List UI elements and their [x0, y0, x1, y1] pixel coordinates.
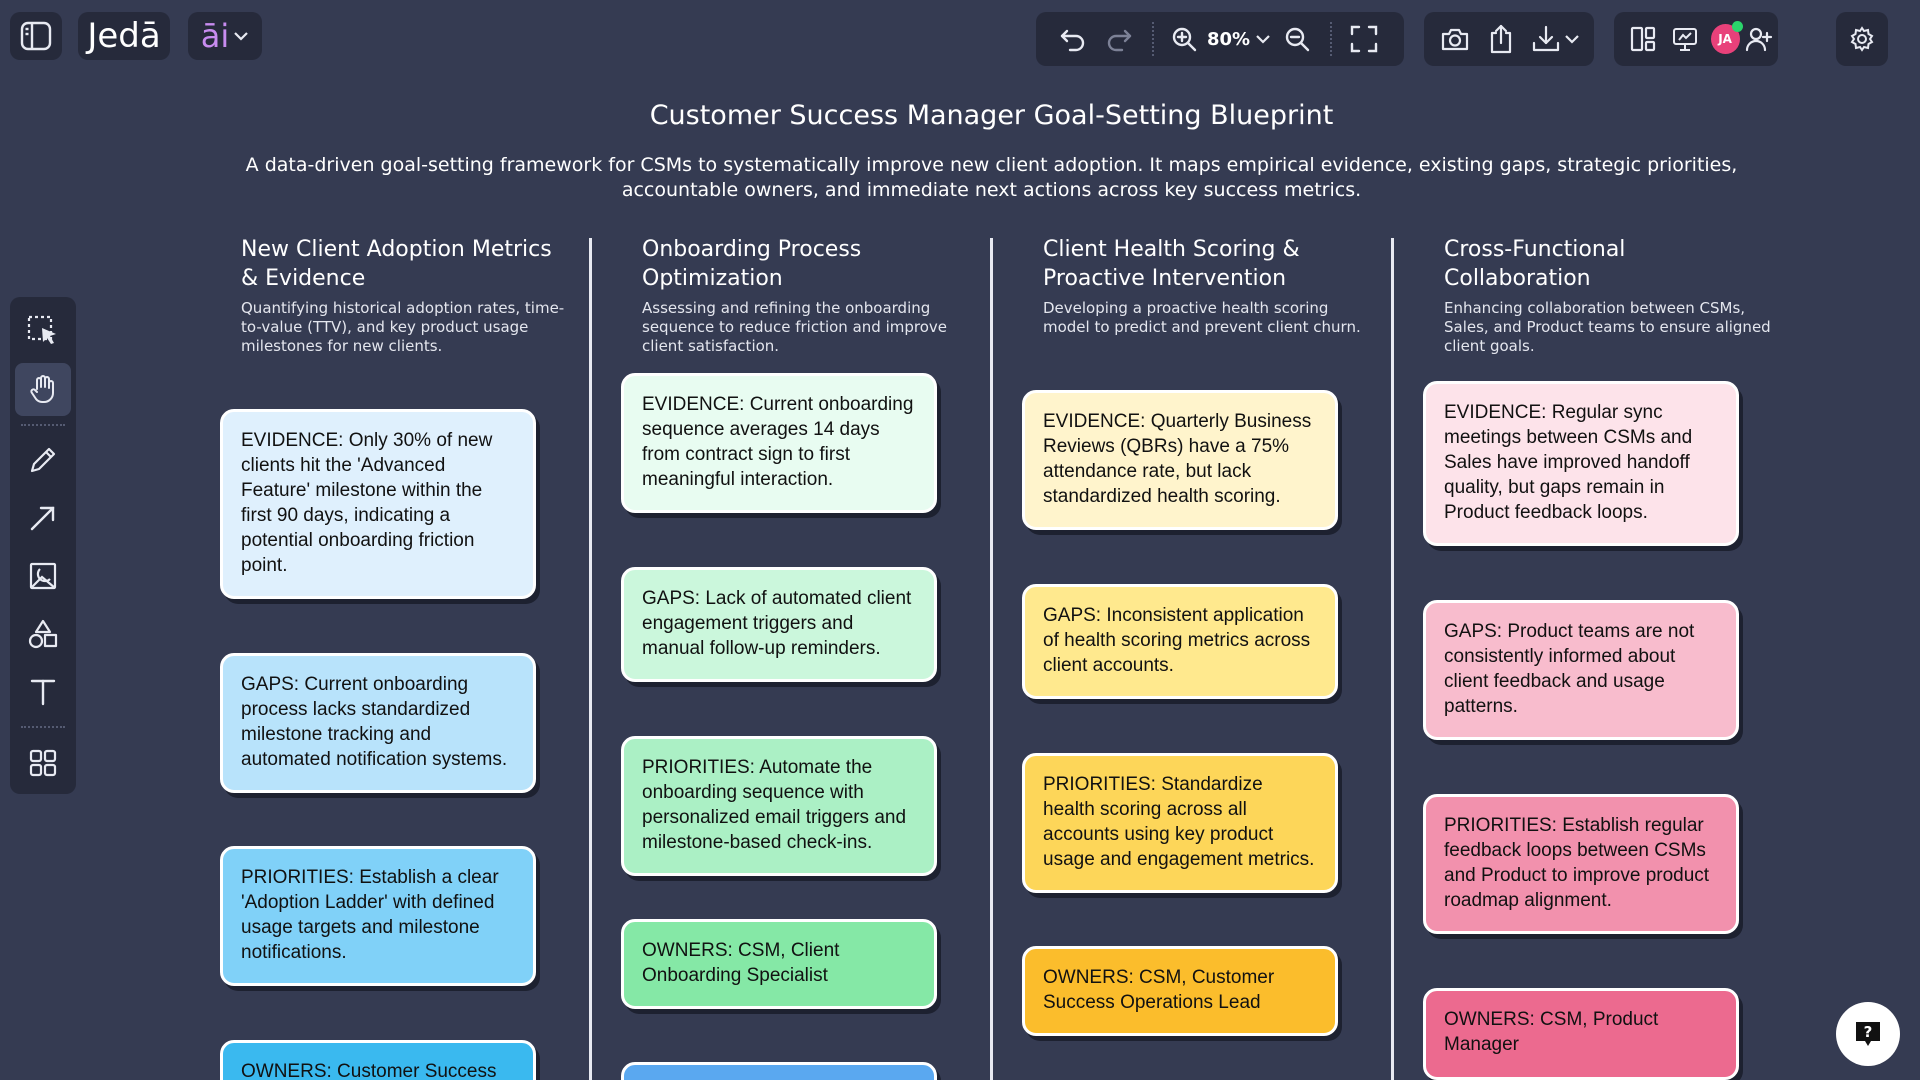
column-subtitle: Enhancing collaboration between CSMs, Sa… — [1444, 299, 1771, 355]
arrow-icon — [30, 506, 55, 531]
gear-icon — [1850, 26, 1874, 52]
hand-tool[interactable] — [15, 362, 71, 416]
sticky-note[interactable]: GAPS: Product teams are not consistently… — [1423, 600, 1739, 740]
templates-tool[interactable] — [15, 736, 71, 789]
download-icon — [1532, 25, 1559, 52]
pencil-tool[interactable] — [15, 434, 71, 487]
pencil-icon — [30, 448, 56, 473]
sticky-note[interactable]: PRIORITIES: Establish regular feedback l… — [1423, 794, 1739, 934]
sidebar-toggle-button[interactable] — [10, 12, 62, 60]
upload-icon — [1490, 24, 1512, 54]
chevron-down-icon — [1256, 35, 1270, 44]
column-header: New Client Adoption Metrics & Evidence Q… — [241, 235, 571, 356]
arrow-tool[interactable] — [15, 492, 71, 545]
download-dropdown[interactable] — [1524, 12, 1586, 66]
sticky-note[interactable]: EVIDENCE: Quarterly Business Reviews (QB… — [1022, 390, 1338, 530]
sticky-note[interactable]: OWNERS: CSM, Product Manager — [1423, 988, 1739, 1080]
image-tool[interactable] — [15, 550, 71, 603]
tool-separator — [21, 726, 65, 729]
column-title: Onboarding Process Optimization — [642, 237, 862, 291]
sticky-note[interactable]: EVIDENCE: Current onboarding sequence av… — [621, 373, 937, 513]
redo-button[interactable] — [1096, 12, 1142, 66]
column-title: Client Health Scoring & Proactive Interv… — [1043, 237, 1300, 291]
ai-label: āi — [200, 17, 230, 55]
board-title: Customer Success Manager Goal-Setting Bl… — [649, 100, 1334, 131]
sticky-note[interactable]: GAPS: Lack of automated client engagemen… — [621, 567, 937, 682]
layout-button[interactable] — [1622, 12, 1664, 66]
fullscreen-button[interactable] — [1342, 12, 1386, 66]
select-tool[interactable] — [15, 305, 71, 358]
screenshot-button[interactable] — [1432, 12, 1478, 66]
sticky-note[interactable]: OWNERS: CSM, Customer Success Operations… — [1022, 946, 1338, 1036]
select-icon — [27, 316, 56, 345]
column-header: Onboarding Process Optimization Assessin… — [642, 235, 972, 356]
avatar[interactable]: JA — [1710, 21, 1743, 54]
column-divider — [589, 238, 592, 1080]
history-zoom-toolbar: 80% — [1036, 12, 1404, 66]
sticky-note[interactable]: EVIDENCE: Regular sync meetings between … — [1423, 381, 1739, 546]
column-title: New Client Adoption Metrics & Evidence — [241, 237, 552, 291]
chevron-down-icon — [234, 32, 249, 41]
camera-icon — [1441, 28, 1469, 51]
zoom-out-button[interactable] — [1274, 12, 1320, 66]
zoom-in-button[interactable] — [1164, 12, 1204, 66]
help-button[interactable]: ? — [1836, 1002, 1900, 1066]
redo-icon — [1107, 29, 1132, 52]
shapes-tool[interactable] — [15, 607, 71, 660]
sticky-note[interactable]: OWNERS: Customer Success — [220, 1040, 536, 1080]
sticky-note[interactable]: EVIDENCE: Only 30% of new clients hit th… — [220, 409, 536, 599]
column-subtitle: Developing a proactive health scoring mo… — [1043, 299, 1361, 336]
add-user-icon — [1745, 27, 1772, 52]
toolbar-separator — [1152, 22, 1154, 56]
column-subtitle: Quantifying historical adoption rates, t… — [241, 299, 565, 355]
logo[interactable]: Jedā — [78, 12, 170, 60]
zoom-in-icon — [1172, 27, 1197, 52]
toolbar-separator — [1330, 22, 1332, 56]
column-header: Cross-Functional Collaboration Enhancing… — [1444, 235, 1774, 356]
invite-user-button[interactable] — [1740, 12, 1778, 66]
shapes-icon — [28, 619, 58, 648]
zoom-level: 80% — [1206, 28, 1251, 50]
zoom-out-icon — [1285, 27, 1310, 52]
sticky-note[interactable]: PRIORITIES: Standardize health scoring a… — [1022, 753, 1338, 893]
column-divider — [990, 238, 993, 1080]
undo-icon — [1060, 29, 1085, 52]
text-icon — [30, 679, 56, 705]
column-header: Client Health Scoring & Proactive Interv… — [1043, 235, 1373, 337]
present-button[interactable] — [1664, 12, 1706, 66]
sidebar-toggle-icon — [20, 21, 52, 51]
hand-icon — [30, 375, 54, 404]
online-indicator — [1731, 21, 1743, 32]
text-tool[interactable] — [15, 665, 71, 718]
collaboration-toolbar: JA — [1614, 12, 1778, 66]
settings-button[interactable] — [1836, 12, 1888, 66]
sticky-note[interactable]: GAPS: Inconsistent application of health… — [1022, 584, 1338, 699]
column-divider — [1391, 238, 1394, 1080]
column-title: Cross-Functional Collaboration — [1444, 237, 1626, 291]
undo-button[interactable] — [1050, 12, 1096, 66]
column-subtitle: Assessing and refining the onboarding se… — [642, 299, 947, 355]
sticky-note[interactable]: PRIORITIES: Automate the onboarding sequ… — [621, 736, 937, 876]
tool-separator — [21, 423, 65, 426]
fullscreen-icon — [1350, 25, 1378, 53]
sticky-note[interactable]: PRIORITIES: Establish a clear 'Adoption … — [220, 846, 536, 986]
image-icon — [29, 562, 57, 590]
layout-icon — [1631, 26, 1656, 52]
sticky-note[interactable] — [621, 1062, 937, 1080]
present-icon — [1673, 28, 1698, 51]
board-description: A data-driven goal-setting framework for… — [245, 154, 1738, 201]
sticky-note[interactable]: OWNERS: CSM, Client Onboarding Specialis… — [621, 919, 937, 1009]
sticky-note[interactable]: GAPS: Current onboarding process lacks s… — [220, 653, 536, 793]
ai-menu-button[interactable]: āi — [188, 12, 262, 60]
share-button[interactable] — [1478, 12, 1524, 66]
logo-text: Jedā — [87, 16, 161, 56]
chevron-down-icon — [1564, 35, 1579, 44]
export-toolbar — [1424, 12, 1594, 66]
grid-icon — [29, 749, 57, 776]
zoom-level-dropdown[interactable]: 80% — [1204, 12, 1274, 66]
avatar-initials: JA — [1718, 32, 1732, 46]
tool-palette — [10, 297, 76, 794]
help-icon: ? — [1856, 1022, 1880, 1046]
svg-text:?: ? — [1864, 1023, 1873, 1041]
